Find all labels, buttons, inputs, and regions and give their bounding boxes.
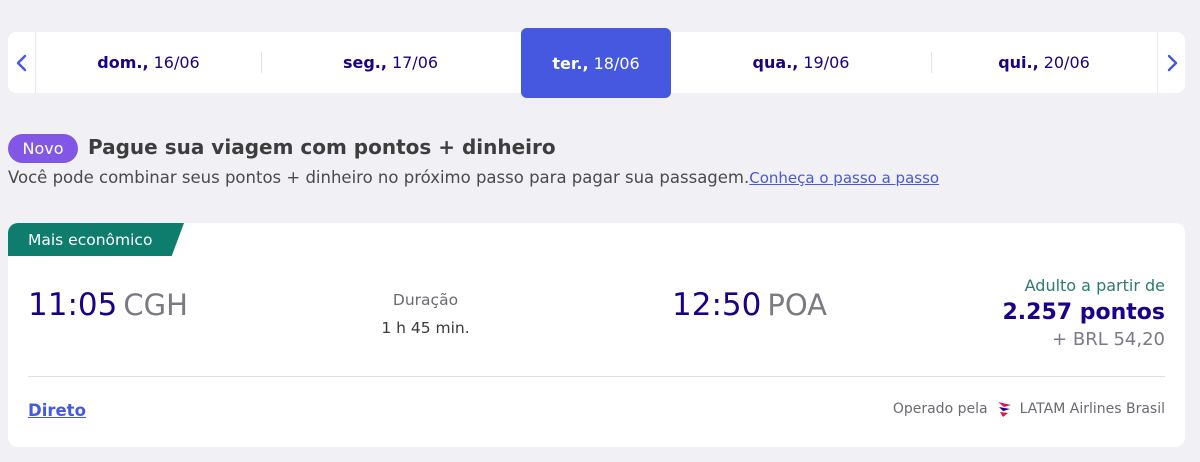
chevron-right-icon <box>1167 54 1177 71</box>
date-option-dom[interactable]: dom., 16/06 <box>36 32 261 93</box>
arrival: 12:50 POA <box>672 287 827 323</box>
departure: 11:05 CGH <box>28 287 188 323</box>
latam-logo-icon <box>997 402 1011 417</box>
duration-label: Duração <box>392 291 459 309</box>
promo-description: Você pode combinar seus pontos + dinheir… <box>8 168 750 187</box>
operated-label: Operado pela <box>892 401 988 417</box>
step-by-step-link[interactable]: Conheça o passo a passo <box>749 169 939 187</box>
next-dates-button[interactable] <box>1157 32 1185 93</box>
arrival-airport-code: POA <box>767 288 827 322</box>
airline-name: LATAM Airlines Brasil <box>1019 401 1165 417</box>
flight-card[interactable]: Mais econômico 11:05 CGH Duração 1 h 45 m… <box>8 223 1185 447</box>
new-badge: Novo <box>8 134 78 163</box>
date-carousel: dom., 16/06 seg., 17/06 ter., 18/06 qua., 19… <box>8 28 1185 98</box>
promo-text: Você pode combinar seus pontos + dinheir… <box>8 168 939 187</box>
promo-title: Pague sua viagem com pontos + dinheiro <box>88 135 556 159</box>
departure-airport-code: CGH <box>123 288 188 322</box>
card-divider <box>28 376 1165 377</box>
departure-time: 11:05 <box>28 287 118 323</box>
price-points: 2.257 pontos <box>1002 300 1166 325</box>
date-option-ter-selected[interactable]: ter., 18/06 <box>521 28 671 98</box>
direct-flight-link[interactable]: Direto <box>28 401 86 420</box>
prev-dates-button[interactable] <box>8 32 36 93</box>
duration-value: 1 h 45 min. <box>381 319 470 337</box>
chevron-left-icon <box>16 54 26 71</box>
date-option-qua[interactable]: qua., 19/06 <box>671 32 931 93</box>
operated-by: Operado pela LATAM Airlines Brasil <box>893 399 1165 419</box>
date-option-seg[interactable]: seg., 17/06 <box>261 32 520 93</box>
date-option-qui[interactable]: qui., 20/06 <box>931 32 1157 93</box>
arrival-time: 12:50 <box>672 287 762 323</box>
cheapest-tag: Mais econômico <box>8 223 184 256</box>
price-label: Adulto a partir de <box>1024 276 1165 295</box>
price-money: + BRL 54,20 <box>1052 329 1165 350</box>
